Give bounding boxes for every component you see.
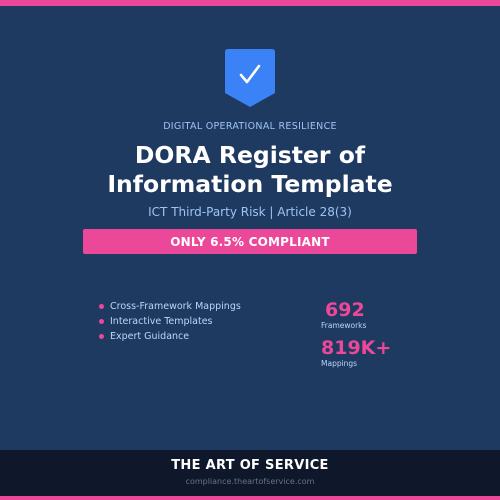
footer-brand: THE ART OF SERVICE (171, 458, 329, 473)
stat-label: Mappings (321, 359, 358, 368)
feature-label: Cross-Framework Mappings (110, 301, 241, 312)
feature-item: Interactive Templates (99, 314, 241, 329)
feature-item: Cross-Framework Mappings (99, 299, 241, 314)
bullet-icon (99, 334, 104, 339)
title-line-2: Information Template (107, 170, 393, 198)
footer: THE ART OF SERVICE compliance.theartofse… (0, 450, 500, 496)
stat-label: Frameworks (321, 321, 367, 330)
feature-label: Interactive Templates (110, 316, 213, 327)
feature-label: Expert Guidance (110, 331, 190, 342)
feature-item: Expert Guidance (99, 329, 241, 344)
feature-list: Cross-Framework Mappings Interactive Tem… (99, 299, 241, 344)
stat-value: 692 (325, 299, 365, 321)
kicker-text: DIGITAL OPERATIONAL RESILIENCE (163, 121, 337, 132)
top-accent-bar (0, 0, 500, 6)
subtitle: ICT Third-Party Risk | Article 28(3) (148, 205, 352, 219)
stat-frameworks: 692 Frameworks (321, 300, 366, 331)
stat-value: 819K+ (321, 337, 392, 359)
page-title: DORA Register of Information Template (0, 141, 500, 199)
title-line-1: DORA Register of (134, 141, 366, 169)
bottom-accent-bar (0, 496, 500, 500)
stat-mappings: 819K+ Mappings (321, 338, 391, 369)
banner-text: ONLY 6.5% COMPLIANT (170, 234, 330, 249)
compliance-banner: ONLY 6.5% COMPLIANT (83, 229, 417, 254)
bullet-icon (99, 319, 104, 324)
shield-check-icon (225, 49, 275, 107)
footer-url[interactable]: compliance.theartofservice.com (0, 477, 500, 486)
bullet-icon (99, 304, 104, 309)
